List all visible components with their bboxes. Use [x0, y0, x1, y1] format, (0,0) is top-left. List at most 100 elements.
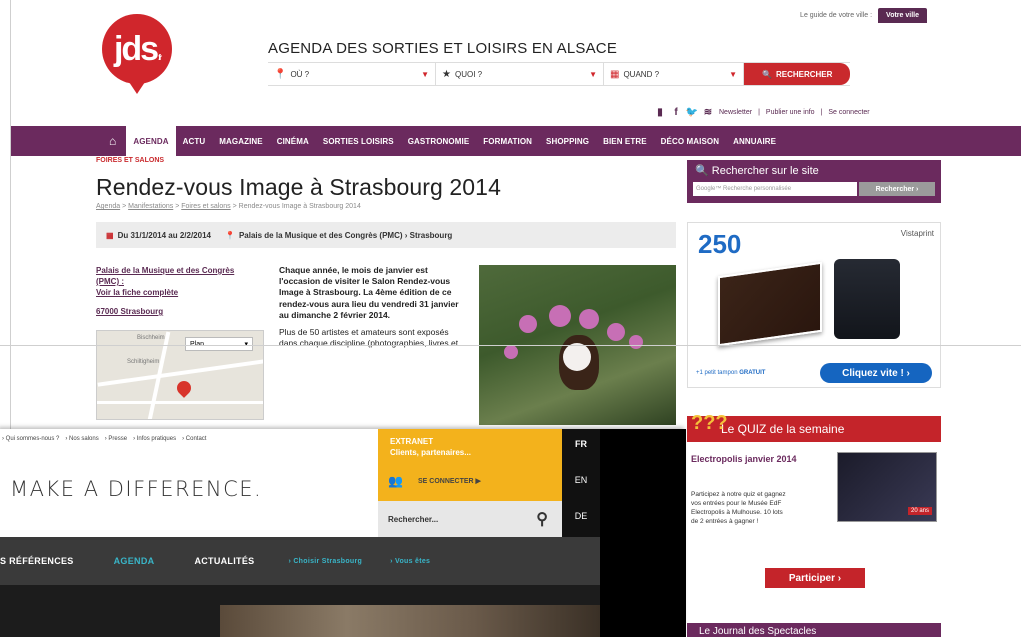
chevron-down-icon: ▼ [589, 69, 597, 79]
when-select[interactable]: ▦ QUAND ? ▼ [604, 63, 744, 85]
chevron-down-icon: ▼ [421, 69, 429, 79]
description-lead: Chaque année, le mois de janvier est l'o… [279, 265, 459, 320]
flower-shape [549, 305, 571, 327]
twitter-icon[interactable]: 🐦 [686, 106, 698, 118]
venue-city-link[interactable]: 67000 Strasbourg [96, 306, 246, 317]
face-paint-shape [563, 343, 591, 371]
nav-references[interactable]: S RÉFÉRENCES [0, 556, 94, 566]
social-links: ▮ f 🐦 ≋ Newsletter | Publier une info | … [655, 106, 869, 118]
nav-shopping[interactable]: SHOPPING [539, 126, 596, 156]
quiz-image-label: 20 ans [907, 507, 932, 515]
nav-choisir-strasbourg[interactable]: › Choisir Strasbourg [274, 558, 376, 565]
jds-logo[interactable]: jds .fr [102, 14, 172, 94]
front-search-placeholder: Rechercher... [388, 514, 439, 524]
ad-promo-text: +1 petit tampon [696, 370, 738, 376]
login-link[interactable]: Se connecter [828, 109, 869, 116]
nav-agenda[interactable]: AGENDA [94, 556, 175, 566]
extranet-subtitle: Clients, partenaires... [390, 448, 471, 457]
quiz-header-text: Le QUIZ de la semaine [721, 422, 845, 436]
search-icon: 🔍 [695, 165, 709, 177]
tagline: MAKE A DIFFERENCE. [10, 477, 263, 501]
map-marker-icon[interactable] [174, 378, 194, 398]
participate-button[interactable]: Participer › [765, 568, 865, 588]
nav-vous-etes[interactable]: › Vous êtes [376, 558, 444, 565]
map-type-select[interactable]: Plan ▾ [185, 337, 253, 351]
venue-name-link[interactable]: Palais de la Musique et des Congrès (PMC… [96, 265, 246, 287]
top-link[interactable]: › Presse [105, 436, 127, 442]
breadcrumb: Agenda > Manifestations > Foires et salo… [96, 203, 361, 210]
lang-de[interactable]: DE [562, 511, 600, 521]
nav-magazine[interactable]: MAGAZINE [212, 126, 269, 156]
business-cards-image [718, 261, 822, 347]
quiz-title[interactable]: Electropolis janvier 2014 [691, 454, 831, 465]
main-nav: ⌂ AGENDA ACTU MAGAZINE CINÉMA SORTIES LO… [11, 126, 1021, 156]
venue-block: Palais de la Musique et des Congrès (PMC… [96, 265, 246, 317]
logo-suffix: .fr [158, 52, 162, 62]
calendar-icon: ▦ [106, 230, 114, 240]
nav-annuaire[interactable]: ANNUAIRE [726, 126, 783, 156]
publish-info-link[interactable]: Publier une info [766, 109, 815, 116]
venue-map[interactable]: Bischheim Schiltigheim Plan ▾ [96, 330, 264, 420]
search-icon[interactable]: ⚲ [536, 509, 548, 529]
breadcrumb-agenda[interactable]: Agenda [96, 203, 120, 210]
mobile-icon[interactable]: ▮ [655, 106, 665, 118]
window-dark-area [600, 429, 686, 637]
event-description: Chaque année, le mois de janvier est l'o… [279, 265, 465, 349]
journal-header[interactable]: Le Journal des Spectacles [687, 623, 941, 637]
top-link[interactable]: › Contact [182, 436, 206, 442]
nav-sorties-loisirs[interactable]: SORTIES LOISIRS [316, 126, 401, 156]
top-link[interactable]: › Qui sommes-nous ? [2, 436, 59, 442]
rss-icon[interactable]: ≋ [703, 106, 713, 118]
nav-cinema[interactable]: CINÉMA [270, 126, 316, 156]
search-button[interactable]: 🔍 RECHERCHER [744, 63, 851, 85]
event-info-bar: ▦ Du 31/1/2014 au 2/2/2014 📍 Palais de la … [96, 222, 676, 248]
map-road [97, 401, 263, 404]
event-place-text[interactable]: Palais de la Musique et des Congrès (PMC… [239, 231, 452, 240]
logo-text: jds [113, 29, 159, 68]
users-icon: 👥 [388, 474, 403, 488]
quiz-image[interactable]: 20 ans [837, 452, 937, 522]
nav-gastronomie[interactable]: GASTRONOMIE [401, 126, 477, 156]
front-main-nav: S RÉFÉRENCES AGENDA ACTUALITÉS › Choisir… [0, 537, 600, 585]
lang-en[interactable]: EN [562, 475, 600, 485]
top-link-label: Contact [185, 436, 207, 442]
nav-formation[interactable]: FORMATION [476, 126, 539, 156]
category-kicker[interactable]: FOIRES ET SALONS [96, 157, 164, 164]
where-select[interactable]: 📍 OÙ ? ▼ [268, 63, 436, 85]
top-link-label: Qui sommes-nous ? [5, 436, 60, 442]
front-hero-strip [0, 585, 600, 637]
front-search-input[interactable]: Rechercher... ⚲ [378, 501, 562, 537]
site-search-button[interactable]: Rechercher › [859, 182, 935, 196]
strasbourg-events-window: › Qui sommes-nous ? › Nos salons › Press… [0, 429, 686, 637]
site-search-input[interactable]: Google™ Recherche personnalisée [693, 182, 857, 196]
newsletter-link[interactable]: Newsletter [719, 109, 752, 116]
map-label-schiltigheim: Schiltigheim [127, 359, 160, 365]
flower-shape [504, 345, 518, 359]
ad-cta-button[interactable]: Cliquez vite ! › [820, 363, 932, 383]
breadcrumb-manifestations[interactable]: Manifestations [128, 203, 173, 210]
nav-actu[interactable]: ACTU [176, 126, 213, 156]
nav-bien-etre[interactable]: BIEN ETRE [596, 126, 654, 156]
extranet-connect-button[interactable]: 👥 SE CONNECTER ▶ [388, 474, 481, 488]
language-switcher: FR EN DE [562, 429, 600, 537]
city-selector-button[interactable]: Votre ville [878, 8, 927, 23]
top-link[interactable]: › Nos salons [65, 436, 98, 442]
tagline-area: MAKE A DIFFERENCE. [0, 449, 378, 537]
facebook-icon[interactable]: f [671, 106, 681, 118]
lang-fr[interactable]: FR [562, 439, 600, 449]
breadcrumb-foires[interactable]: Foires et salons [181, 203, 230, 210]
site-search-row: Google™ Recherche personnalisée Recherch… [693, 182, 935, 196]
nav-agenda[interactable]: AGENDA [126, 126, 176, 156]
what-select[interactable]: ★ QUOI ? ▼ [436, 63, 604, 85]
home-icon[interactable]: ⌂ [99, 126, 126, 156]
breadcrumb-current: Rendez-vous Image à Strasbourg 2014 [238, 203, 361, 210]
ad-number: 250 [698, 229, 742, 259]
top-link[interactable]: › Infos pratiques [133, 436, 176, 442]
vistaprint-ad[interactable]: 250 Vistaprint +1 petit tampon GRATUIT C… [687, 222, 941, 388]
city-guide-label: Le guide de votre ville : [800, 12, 873, 19]
nav-actualites[interactable]: ACTUALITÉS [174, 556, 274, 566]
nav-deco-maison[interactable]: DÉCO MAISON [654, 126, 726, 156]
quiz-panel: Electropolis janvier 2014 Participez à n… [687, 442, 941, 592]
event-search-bar: 📍 OÙ ? ▼ ★ QUOI ? ▼ ▦ QUAND ? ▼ 🔍 RECHER… [268, 62, 851, 86]
venue-details-link[interactable]: Voir la fiche complète [96, 287, 246, 298]
